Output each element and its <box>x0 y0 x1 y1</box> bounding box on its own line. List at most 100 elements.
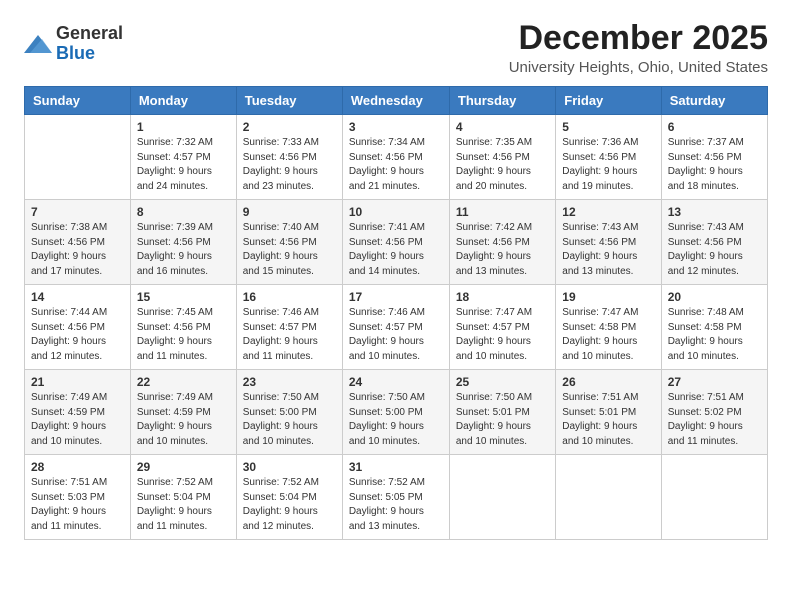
day-number: 19 <box>562 290 654 304</box>
day-number: 2 <box>243 120 336 134</box>
location-title: University Heights, Ohio, United States <box>509 59 768 76</box>
day-info: Sunrise: 7:47 AMSunset: 4:58 PMDaylight:… <box>562 306 654 364</box>
calendar-day-cell: 4Sunrise: 7:35 AMSunset: 4:56 PMDaylight… <box>449 115 555 200</box>
day-number: 16 <box>243 290 336 304</box>
calendar-empty-cell <box>556 455 661 540</box>
day-info: Sunrise: 7:40 AMSunset: 4:56 PMDaylight:… <box>243 221 336 279</box>
logo-blue-text: Blue <box>56 43 95 63</box>
day-info: Sunrise: 7:37 AMSunset: 4:56 PMDaylight:… <box>668 136 761 194</box>
calendar-day-cell: 9 Sunrise: 7:40 AMSunset: 4:56 PMDaylight… <box>236 200 342 285</box>
calendar-day-cell: 24 Sunrise: 7:50 AMSunset: 5:00 PMDayligh… <box>342 370 449 455</box>
day-number: 3 <box>349 120 443 134</box>
day-number: 20 <box>668 290 761 304</box>
day-info: Sunrise: 7:34 AMSunset: 4:56 PMDaylight:… <box>349 136 443 194</box>
day-info: Sunrise: 7:35 AMSunset: 4:56 PMDaylight:… <box>456 136 549 194</box>
day-info: Sunrise: 7:32 AMSunset: 4:57 PMDaylight:… <box>137 136 230 194</box>
calendar-day-cell: 10 Sunrise: 7:41 AMSunset: 4:56 PMDayligh… <box>342 200 449 285</box>
calendar-week-row: 28 Sunrise: 7:51 AMSunset: 5:03 PMDayligh… <box>25 455 768 540</box>
day-number: 22 <box>137 375 230 389</box>
calendar-day-cell: 25Sunrise: 7:50 AMSunset: 5:01 PMDayligh… <box>449 370 555 455</box>
day-number: 29 <box>137 460 230 474</box>
calendar-day-cell: 26Sunrise: 7:51 AMSunset: 5:01 PMDayligh… <box>556 370 661 455</box>
day-number: 5 <box>562 120 654 134</box>
day-info: Sunrise: 7:50 AMSunset: 5:01 PMDaylight:… <box>456 391 549 449</box>
calendar-week-row: 14 Sunrise: 7:44 AMSunset: 4:56 PMDayligh… <box>25 285 768 370</box>
day-info: Sunrise: 7:51 AMSunset: 5:03 PMDaylight:… <box>31 476 124 534</box>
day-number: 28 <box>31 460 124 474</box>
day-info: Sunrise: 7:52 AMSunset: 5:04 PMDaylight:… <box>243 476 336 534</box>
calendar-day-cell: 29 Sunrise: 7:52 AMSunset: 5:04 PMDayligh… <box>130 455 236 540</box>
day-info: Sunrise: 7:38 AMSunset: 4:56 PMDaylight:… <box>31 221 124 279</box>
calendar-day-cell: 7 Sunrise: 7:38 AMSunset: 4:56 PMDaylight… <box>25 200 131 285</box>
day-number: 18 <box>456 290 549 304</box>
calendar-day-cell: 23Sunrise: 7:50 AMSunset: 5:00 PMDayligh… <box>236 370 342 455</box>
calendar-day-cell: 15 Sunrise: 7:45 AMSunset: 4:56 PMDayligh… <box>130 285 236 370</box>
day-info: Sunrise: 7:39 AMSunset: 4:56 PMDaylight:… <box>137 221 230 279</box>
weekday-header-wednesday: Wednesday <box>342 87 449 115</box>
calendar-day-cell: 20 Sunrise: 7:48 AMSunset: 4:58 PMDayligh… <box>661 285 767 370</box>
day-info: Sunrise: 7:48 AMSunset: 4:58 PMDaylight:… <box>668 306 761 364</box>
day-info: Sunrise: 7:33 AMSunset: 4:56 PMDaylight:… <box>243 136 336 194</box>
calendar-day-cell: 17Sunrise: 7:46 AMSunset: 4:57 PMDayligh… <box>342 285 449 370</box>
day-number: 27 <box>668 375 761 389</box>
day-number: 8 <box>137 205 230 219</box>
calendar-day-cell: 16 Sunrise: 7:46 AMSunset: 4:57 PMDayligh… <box>236 285 342 370</box>
calendar-empty-cell <box>661 455 767 540</box>
day-info: Sunrise: 7:45 AMSunset: 4:56 PMDaylight:… <box>137 306 230 364</box>
calendar-day-cell: 31Sunrise: 7:52 AMSunset: 5:05 PMDayligh… <box>342 455 449 540</box>
day-info: Sunrise: 7:41 AMSunset: 4:56 PMDaylight:… <box>349 221 443 279</box>
calendar-day-cell: 22 Sunrise: 7:49 AMSunset: 4:59 PMDayligh… <box>130 370 236 455</box>
day-number: 11 <box>456 205 549 219</box>
day-info: Sunrise: 7:50 AMSunset: 5:00 PMDaylight:… <box>349 391 443 449</box>
day-number: 10 <box>349 205 443 219</box>
calendar-day-cell: 14 Sunrise: 7:44 AMSunset: 4:56 PMDayligh… <box>25 285 131 370</box>
calendar-day-cell: 21Sunrise: 7:49 AMSunset: 4:59 PMDayligh… <box>25 370 131 455</box>
day-info: Sunrise: 7:43 AMSunset: 4:56 PMDaylight:… <box>562 221 654 279</box>
day-info: Sunrise: 7:36 AMSunset: 4:56 PMDaylight:… <box>562 136 654 194</box>
calendar-day-cell: 18Sunrise: 7:47 AMSunset: 4:57 PMDayligh… <box>449 285 555 370</box>
day-info: Sunrise: 7:51 AMSunset: 5:02 PMDaylight:… <box>668 391 761 449</box>
calendar-empty-cell <box>25 115 131 200</box>
day-info: Sunrise: 7:43 AMSunset: 4:56 PMDaylight:… <box>668 221 761 279</box>
day-number: 9 <box>243 205 336 219</box>
logo-icon <box>24 33 52 55</box>
day-info: Sunrise: 7:51 AMSunset: 5:01 PMDaylight:… <box>562 391 654 449</box>
day-number: 13 <box>668 205 761 219</box>
day-number: 14 <box>31 290 124 304</box>
calendar-day-cell: 2 Sunrise: 7:33 AMSunset: 4:56 PMDaylight… <box>236 115 342 200</box>
weekday-header-sunday: Sunday <box>25 87 131 115</box>
calendar-day-cell: 19 Sunrise: 7:47 AMSunset: 4:58 PMDayligh… <box>556 285 661 370</box>
day-number: 7 <box>31 205 124 219</box>
day-info: Sunrise: 7:52 AMSunset: 5:05 PMDaylight:… <box>349 476 443 534</box>
calendar-day-cell: 11 Sunrise: 7:42 AMSunset: 4:56 PMDayligh… <box>449 200 555 285</box>
day-number: 15 <box>137 290 230 304</box>
calendar-day-cell: 8 Sunrise: 7:39 AMSunset: 4:56 PMDaylight… <box>130 200 236 285</box>
day-number: 12 <box>562 205 654 219</box>
calendar-day-cell: 28 Sunrise: 7:51 AMSunset: 5:03 PMDayligh… <box>25 455 131 540</box>
day-number: 24 <box>349 375 443 389</box>
day-info: Sunrise: 7:44 AMSunset: 4:56 PMDaylight:… <box>31 306 124 364</box>
calendar-day-cell: 3 Sunrise: 7:34 AMSunset: 4:56 PMDaylight… <box>342 115 449 200</box>
calendar-day-cell: 27 Sunrise: 7:51 AMSunset: 5:02 PMDayligh… <box>661 370 767 455</box>
weekday-header-thursday: Thursday <box>449 87 555 115</box>
logo-general-text: General <box>56 23 123 43</box>
calendar-week-row: 7 Sunrise: 7:38 AMSunset: 4:56 PMDaylight… <box>25 200 768 285</box>
logo: General Blue <box>24 24 123 64</box>
title-area: December 2025 University Heights, Ohio, … <box>509 20 768 76</box>
day-number: 1 <box>137 120 230 134</box>
day-info: Sunrise: 7:52 AMSunset: 5:04 PMDaylight:… <box>137 476 230 534</box>
day-number: 6 <box>668 120 761 134</box>
day-number: 30 <box>243 460 336 474</box>
calendar-day-cell: 13 Sunrise: 7:43 AMSunset: 4:56 PMDayligh… <box>661 200 767 285</box>
day-info: Sunrise: 7:46 AMSunset: 4:57 PMDaylight:… <box>349 306 443 364</box>
weekday-header-tuesday: Tuesday <box>236 87 342 115</box>
calendar-day-cell: 30 Sunrise: 7:52 AMSunset: 5:04 PMDayligh… <box>236 455 342 540</box>
day-info: Sunrise: 7:49 AMSunset: 4:59 PMDaylight:… <box>137 391 230 449</box>
calendar-empty-cell <box>449 455 555 540</box>
calendar-week-row: 21Sunrise: 7:49 AMSunset: 4:59 PMDayligh… <box>25 370 768 455</box>
weekday-header-monday: Monday <box>130 87 236 115</box>
day-info: Sunrise: 7:42 AMSunset: 4:56 PMDaylight:… <box>456 221 549 279</box>
day-info: Sunrise: 7:46 AMSunset: 4:57 PMDaylight:… <box>243 306 336 364</box>
day-info: Sunrise: 7:50 AMSunset: 5:00 PMDaylight:… <box>243 391 336 449</box>
calendar-day-cell: 5 Sunrise: 7:36 AMSunset: 4:56 PMDaylight… <box>556 115 661 200</box>
